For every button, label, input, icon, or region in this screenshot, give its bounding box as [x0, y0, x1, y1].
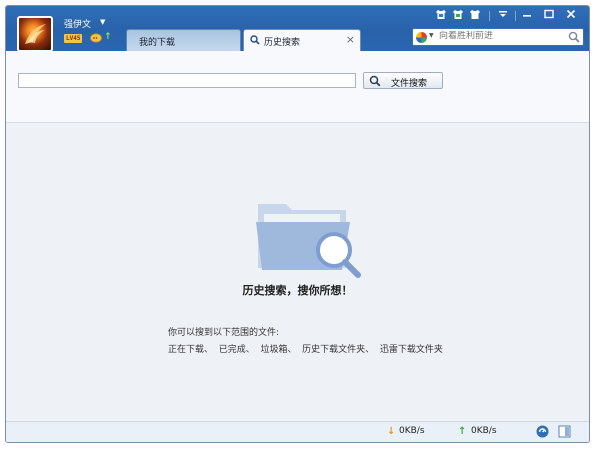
username[interactable]: 强伊文 — [64, 17, 91, 30]
upload-arrow-icon: ↑ — [458, 426, 467, 437]
close-window-icon[interactable] — [563, 9, 579, 23]
web-search-box[interactable]: ▼ — [412, 28, 584, 46]
empty-state-scopes: 正在下载、 已完成、 垃圾箱、 历史下载文件夹、 迅雷下载文件夹 — [168, 345, 443, 355]
tab-label: 我的下载 — [139, 38, 176, 48]
download-arrow-icon: ↓ — [387, 426, 396, 437]
history-search-input[interactable] — [18, 73, 356, 88]
folder-search-icon — [254, 194, 364, 283]
empty-state-description: 你可以搜到以下范围的文件: — [168, 328, 280, 338]
file-search-label: 文件搜索 — [391, 79, 428, 89]
level-badge: LV45 — [64, 34, 83, 43]
web-search-input[interactable] — [439, 31, 559, 41]
speed-mode-icon[interactable] — [536, 425, 549, 441]
menu-icon[interactable] — [495, 9, 511, 23]
upload-speed: 0KB/s — [471, 426, 497, 436]
chevron-down-icon[interactable]: ▼ — [429, 32, 434, 39]
app-window: 强伊文 ▼ LV45 ↑ 我的下载 历史搜索 × ▼ 向着胜利前进 文件搜索 历… — [5, 5, 590, 443]
avatar[interactable] — [17, 16, 53, 52]
file-search-button[interactable]: 文件搜索 — [363, 72, 443, 89]
level-up-icon: ↑ — [104, 32, 112, 42]
minimize-icon[interactable] — [519, 9, 535, 23]
close-icon[interactable]: × — [346, 33, 355, 46]
window-controls — [433, 9, 583, 23]
tab-label: 历史搜索 — [264, 38, 301, 48]
shirt-icon[interactable] — [467, 9, 483, 23]
tab-history-search[interactable]: 历史搜索 × — [243, 29, 361, 51]
status-bar: ↓ 0KB/s ↑ 0KB/s — [6, 421, 589, 442]
tab-my-downloads[interactable]: 我的下载 — [126, 29, 241, 51]
search-icon — [250, 35, 260, 48]
search-icon — [369, 75, 381, 90]
chevron-down-icon[interactable]: ▼ — [100, 18, 105, 26]
message-icon[interactable] — [90, 33, 102, 47]
title-bar: 强伊文 ▼ LV45 ↑ 我的下载 历史搜索 × ▼ 向着胜利前进 — [6, 6, 589, 52]
download-speed: 0KB/s — [399, 426, 425, 436]
panel-toggle-icon[interactable] — [558, 425, 571, 441]
empty-state-title: 历史搜索，搜你所想！ — [242, 284, 353, 297]
skin-icon[interactable] — [433, 9, 449, 23]
search-panel: 文件搜索 — [6, 51, 589, 123]
search-engine-icon[interactable] — [416, 32, 427, 43]
search-icon[interactable] — [568, 31, 580, 46]
maximize-icon[interactable] — [541, 9, 557, 23]
skin-icon[interactable] — [450, 9, 466, 23]
